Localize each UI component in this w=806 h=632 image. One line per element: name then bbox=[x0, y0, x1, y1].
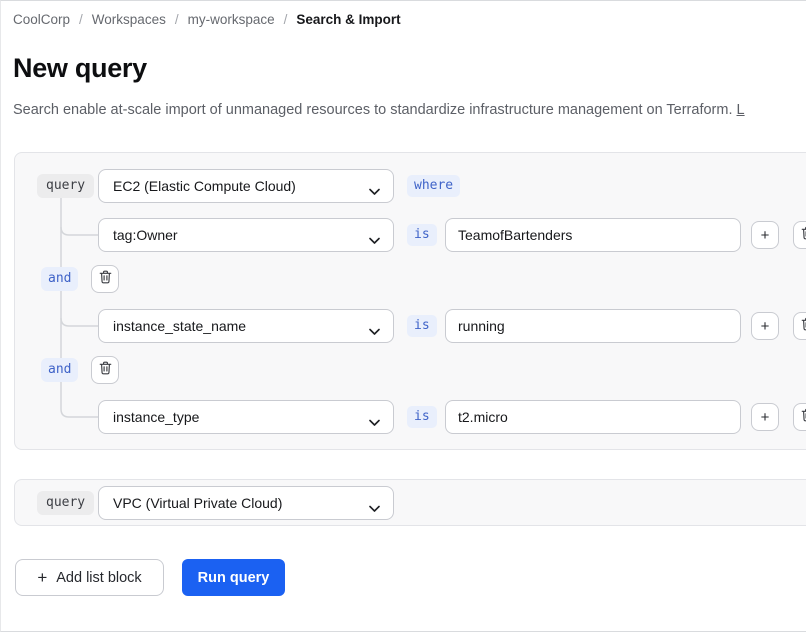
condition-value-input[interactable] bbox=[445, 400, 741, 434]
add-condition-button[interactable]: + bbox=[751, 221, 779, 249]
and-keyword-label: and bbox=[41, 267, 79, 291]
add-condition-button[interactable]: + bbox=[751, 312, 779, 340]
trash-icon bbox=[99, 270, 112, 288]
page-description: Search enable at-scale import of unmanag… bbox=[13, 102, 806, 118]
add-list-block-button[interactable]: + Add list block bbox=[15, 559, 164, 596]
attribute-select[interactable]: instance_type bbox=[98, 400, 394, 434]
breadcrumb-my-workspace[interactable]: my-workspace bbox=[188, 12, 275, 27]
breadcrumb-separator: / bbox=[283, 12, 288, 27]
plus-icon: + bbox=[760, 408, 770, 426]
chevron-down-icon bbox=[369, 414, 380, 430]
breadcrumb-workspaces[interactable]: Workspaces bbox=[92, 12, 166, 27]
add-list-block-label: Add list block bbox=[56, 569, 142, 586]
delete-group-button[interactable] bbox=[91, 265, 119, 293]
run-query-button[interactable]: Run query bbox=[182, 559, 285, 596]
chevron-down-icon bbox=[369, 500, 380, 516]
attribute-select[interactable]: instance_state_name bbox=[98, 309, 394, 343]
chevron-down-icon bbox=[369, 232, 380, 248]
trash-icon bbox=[99, 361, 112, 379]
is-operator-label: is bbox=[407, 224, 437, 246]
condition-value-input[interactable] bbox=[445, 309, 741, 343]
attribute-select[interactable]: tag:Owner bbox=[98, 218, 394, 252]
delete-condition-button[interactable] bbox=[793, 403, 806, 431]
page-title: New query bbox=[13, 53, 147, 83]
learn-more-link[interactable]: L bbox=[737, 102, 745, 118]
query-block-vpc: query VPC (Virtual Private Cloud) bbox=[14, 479, 806, 526]
trash-icon bbox=[801, 408, 806, 426]
and-keyword-label: and bbox=[41, 358, 79, 382]
chevron-down-icon bbox=[369, 183, 380, 199]
attribute-value: instance_state_name bbox=[113, 318, 247, 334]
resource-type-value: EC2 (Elastic Compute Cloud) bbox=[113, 178, 296, 194]
add-condition-button[interactable]: + bbox=[751, 403, 779, 431]
attribute-value: instance_type bbox=[113, 409, 200, 425]
page-description-text: Search enable at-scale import of unmanag… bbox=[13, 102, 733, 118]
trash-icon bbox=[801, 226, 806, 244]
is-operator-label: is bbox=[407, 406, 437, 428]
delete-condition-button[interactable] bbox=[793, 221, 806, 249]
breadcrumb-coolcorp[interactable]: CoolCorp bbox=[13, 12, 70, 27]
plus-icon: + bbox=[760, 317, 770, 335]
resource-type-value: VPC (Virtual Private Cloud) bbox=[113, 495, 283, 511]
breadcrumb-separator: / bbox=[79, 12, 83, 27]
attribute-value: tag:Owner bbox=[113, 227, 178, 243]
delete-group-button[interactable] bbox=[91, 356, 119, 384]
condition-value-input[interactable] bbox=[445, 218, 741, 252]
resource-type-select[interactable]: EC2 (Elastic Compute Cloud) bbox=[98, 169, 394, 203]
where-keyword-label: where bbox=[407, 175, 461, 197]
is-operator-label: is bbox=[407, 315, 437, 337]
plus-icon: + bbox=[760, 226, 770, 244]
query-keyword-label: query bbox=[37, 491, 95, 515]
query-block-ec2: query EC2 (Elastic Compute Cloud) where … bbox=[14, 152, 806, 450]
plus-icon: + bbox=[37, 568, 48, 587]
trash-icon bbox=[801, 317, 806, 335]
breadcrumb-search-import: Search & Import bbox=[296, 12, 401, 27]
search-import-page: CoolCorp / Workspaces / my-workspace / S… bbox=[0, 0, 806, 632]
resource-type-select[interactable]: VPC (Virtual Private Cloud) bbox=[98, 486, 394, 520]
breadcrumb-separator: / bbox=[174, 12, 179, 27]
breadcrumb: CoolCorp / Workspaces / my-workspace / S… bbox=[13, 12, 401, 27]
delete-condition-button[interactable] bbox=[793, 312, 806, 340]
query-keyword-label: query bbox=[37, 174, 95, 198]
chevron-down-icon bbox=[369, 323, 380, 339]
